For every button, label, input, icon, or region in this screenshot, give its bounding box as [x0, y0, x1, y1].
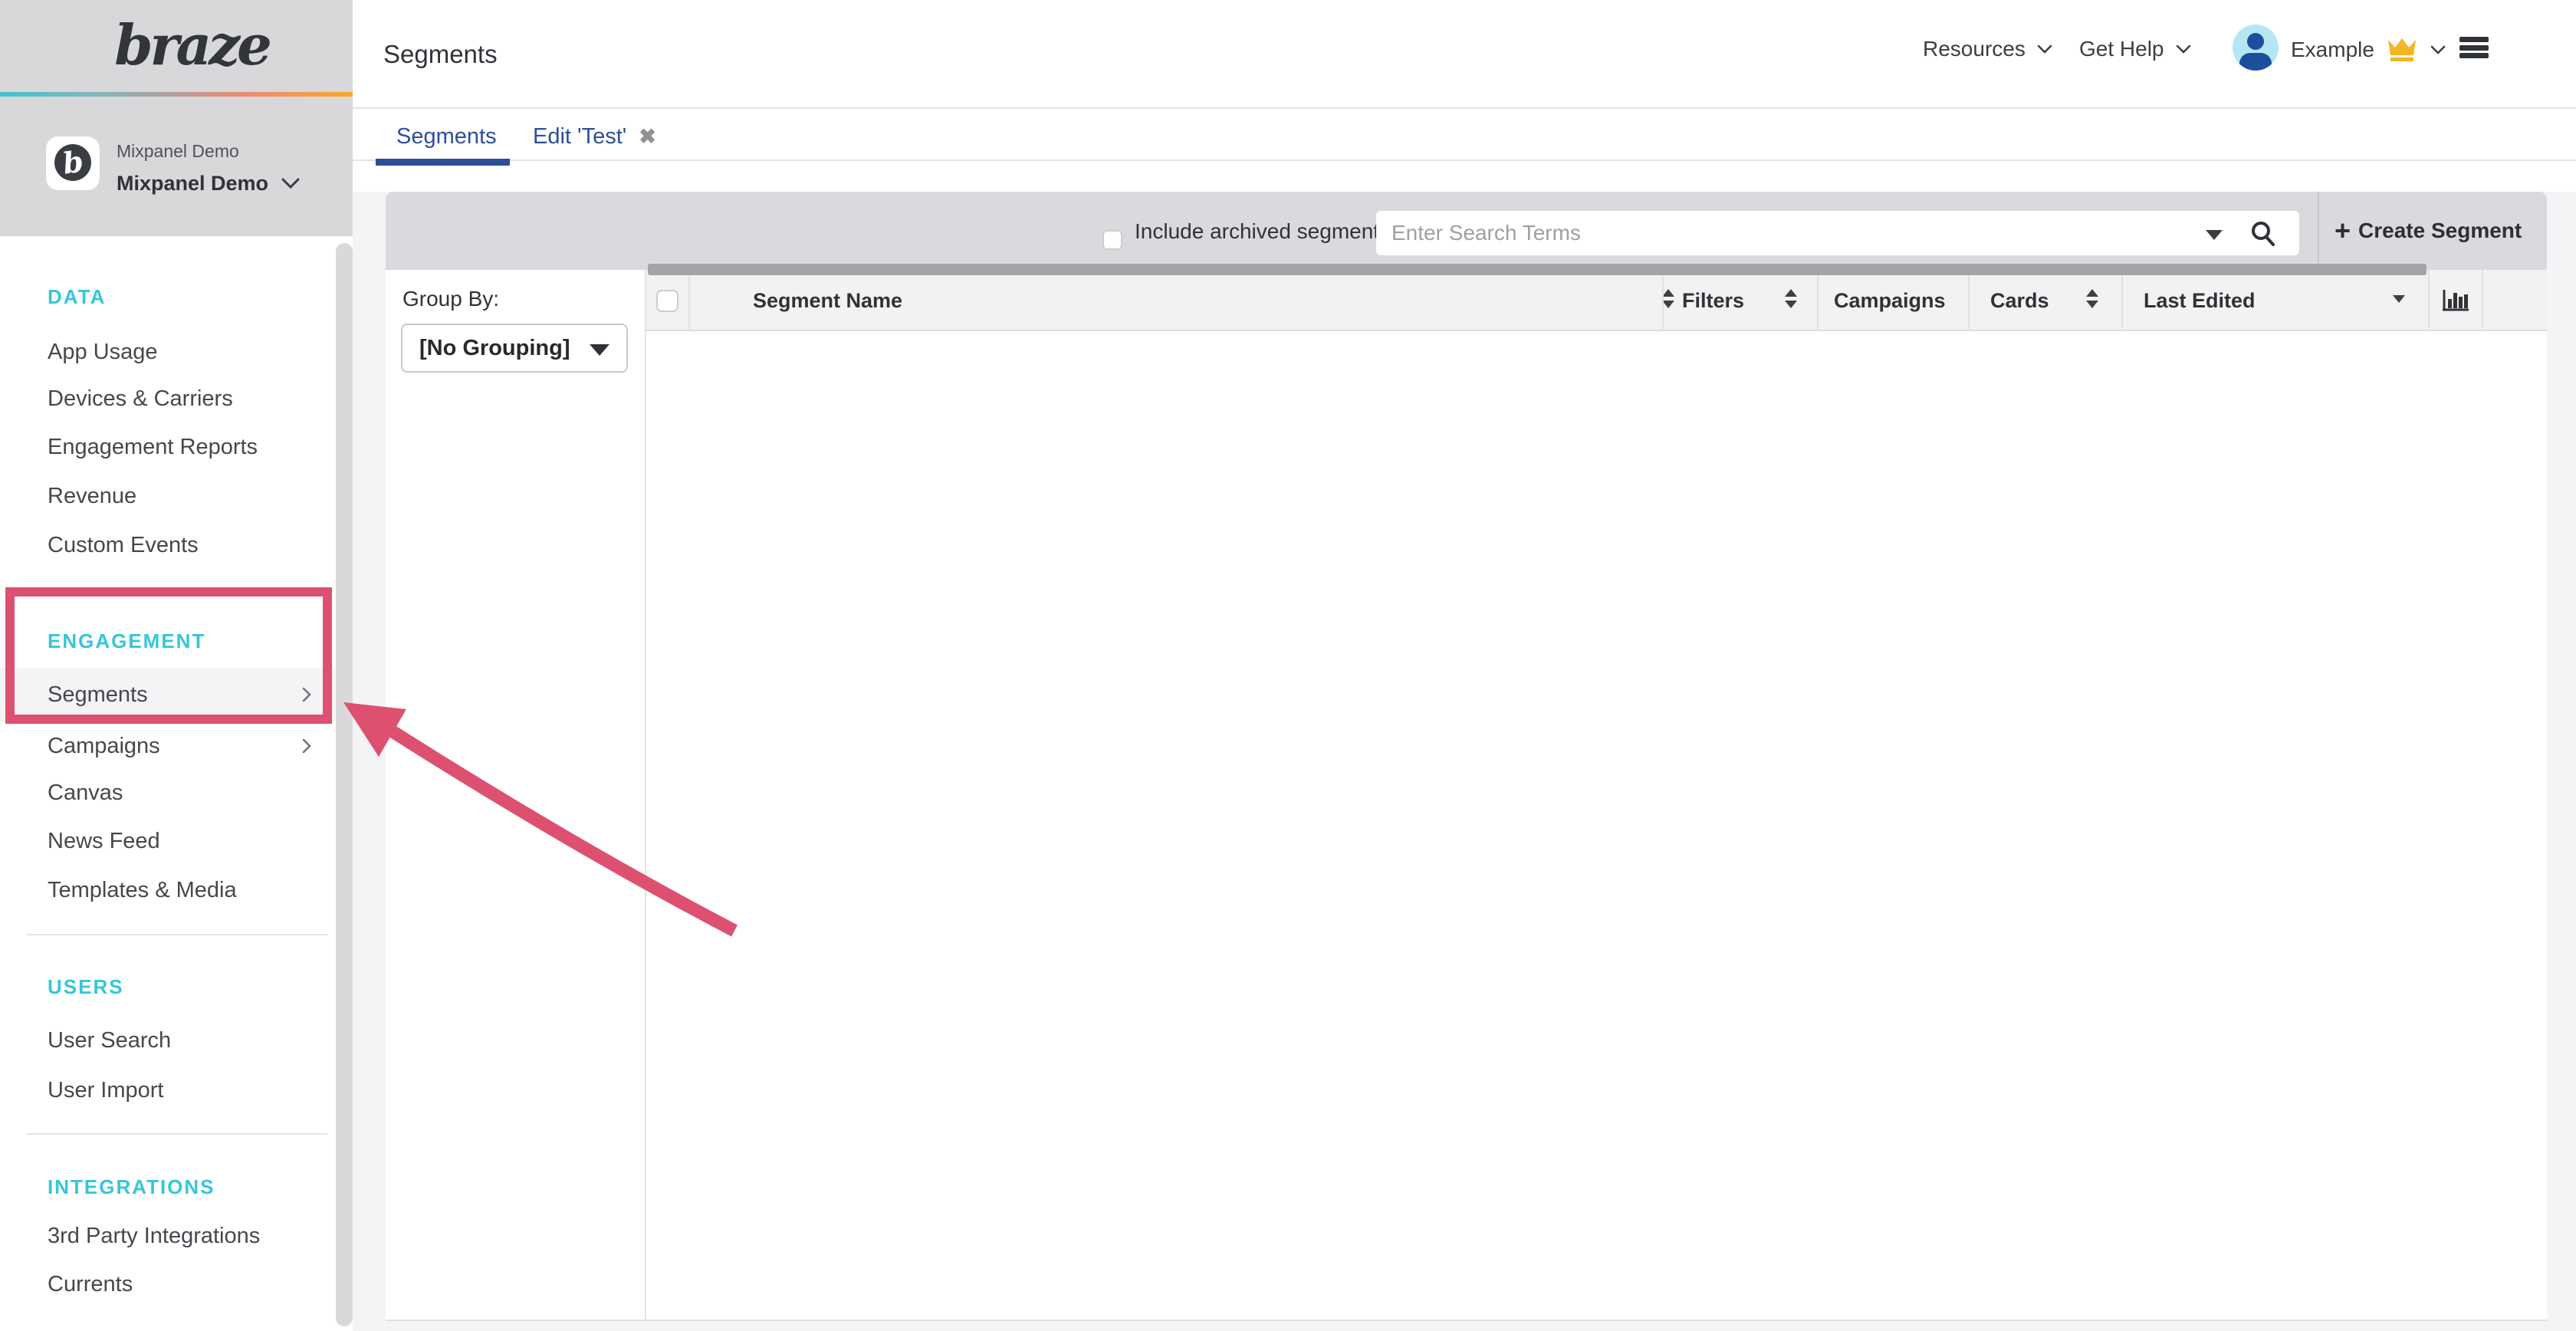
workspace-switcher[interactable]: Mixpanel Demo — [117, 172, 268, 196]
user-menu[interactable]: Example — [2291, 37, 2446, 63]
dropdown-caret-icon — [590, 344, 610, 356]
resources-menu[interactable]: Resources — [1923, 37, 2053, 61]
search-icon[interactable] — [2249, 219, 2278, 248]
sort-desc-icon[interactable] — [2393, 295, 2405, 303]
brand-gradient-bar — [0, 92, 353, 97]
column-analytics[interactable] — [2428, 270, 2482, 331]
segments-toolbar: Include archived segments + Create Segme… — [386, 192, 2547, 270]
sidebar-item-engagement-reports[interactable]: Engagement Reports — [0, 422, 335, 472]
braze-b-icon: b — [54, 144, 91, 181]
segments-table-header: Segment Name Filters Campaigns Cards Las… — [646, 270, 2547, 331]
sidebar-section-data: DATA — [48, 284, 106, 309]
chevron-down-icon — [2430, 44, 2446, 55]
sidebar-item-campaigns[interactable]: Campaigns — [0, 721, 335, 771]
sort-icon[interactable] — [1785, 289, 1797, 308]
workspace-company-label: Mixpanel Demo — [117, 141, 239, 162]
workspace-header: braze b Mixpanel Demo Mixpanel Demo — [0, 0, 353, 236]
toolbar-divider — [2318, 192, 2319, 270]
plus-icon: + — [2334, 217, 2351, 245]
chevron-right-icon — [301, 735, 313, 757]
bar-chart-icon — [2442, 288, 2469, 313]
sidebar-section-integrations: INTEGRATIONS — [48, 1175, 215, 1199]
tab-segments[interactable]: Segments — [396, 124, 497, 150]
get-help-menu[interactable]: Get Help — [2079, 37, 2192, 61]
avatar[interactable] — [2233, 25, 2279, 71]
select-all-checkbox[interactable] — [656, 290, 678, 312]
hamburger-menu-icon[interactable] — [2459, 37, 2489, 58]
chevron-down-icon — [2036, 44, 2053, 54]
sidebar-item-custom-events[interactable]: Custom Events — [0, 521, 335, 570]
active-tab-underline — [376, 159, 510, 166]
avatar-body — [2239, 53, 2272, 71]
create-segment-button[interactable]: + Create Segment — [2334, 192, 2542, 270]
column-spacer — [2482, 270, 2547, 331]
annotation-highlight-box — [5, 587, 332, 724]
sidebar-item-templates-media[interactable]: Templates & Media — [0, 866, 335, 915]
sort-icon[interactable] — [2086, 289, 2098, 308]
sidebar-item-canvas[interactable]: Canvas — [0, 768, 335, 817]
sidebar-item-currents[interactable]: Currents — [0, 1260, 335, 1309]
chevron-down-icon[interactable] — [281, 176, 301, 190]
sidebar-item-devices-carriers[interactable]: Devices & Carriers — [0, 374, 335, 423]
column-segment-name[interactable]: Segment Name — [688, 270, 1662, 331]
include-archived-label: Include archived segments — [1135, 219, 1390, 244]
sidebar-item-user-import[interactable]: User Import — [0, 1066, 335, 1115]
page-title: Segments — [383, 40, 498, 69]
column-campaigns[interactable]: Campaigns — [1817, 270, 1968, 331]
sidebar-item-news-feed[interactable]: News Feed — [0, 817, 335, 866]
tab-bar: Segments Edit 'Test' ✖ — [353, 109, 2576, 192]
chevron-down-icon — [2175, 44, 2192, 54]
search-input[interactable] — [1376, 211, 2299, 255]
annotation-arrow — [330, 675, 759, 943]
crown-icon — [2385, 37, 2419, 63]
top-bar: Segments Resources Get Help Example — [353, 0, 2576, 109]
workspace-app-icon[interactable]: b — [46, 136, 100, 190]
segments-table-body — [646, 331, 2547, 1321]
search-dropdown-caret-icon[interactable] — [2206, 230, 2223, 240]
tab-edit-test[interactable]: Edit 'Test' ✖ — [533, 124, 656, 150]
include-archived-checkbox[interactable] — [1102, 230, 1122, 250]
sidebar-section-users: USERS — [48, 974, 124, 999]
search-box — [1376, 211, 2299, 255]
group-by-select[interactable]: [No Grouping] — [401, 324, 628, 373]
column-last-edited[interactable]: Last Edited — [2121, 270, 2428, 331]
close-icon[interactable]: ✖ — [639, 127, 656, 147]
sidebar-item-revenue[interactable]: Revenue — [0, 472, 335, 521]
column-filters[interactable]: Filters — [1662, 270, 1817, 331]
avatar-head — [2247, 33, 2264, 50]
select-all-cell — [646, 270, 688, 331]
sidebar-item-app-usage[interactable]: App Usage — [0, 327, 335, 376]
group-by-label: Group By: — [402, 287, 499, 311]
sidebar-divider — [27, 1133, 327, 1135]
sidebar-item-user-search[interactable]: User Search — [0, 1016, 335, 1065]
tab-bar-divider — [353, 159, 2576, 161]
column-cards[interactable]: Cards — [1968, 270, 2121, 331]
horizontal-scrollbar[interactable] — [648, 264, 2426, 275]
sidebar-item-3rd-party-integrations[interactable]: 3rd Party Integrations — [0, 1211, 335, 1260]
braze-logo: braze — [107, 12, 276, 86]
sidebar-divider — [27, 934, 327, 935]
